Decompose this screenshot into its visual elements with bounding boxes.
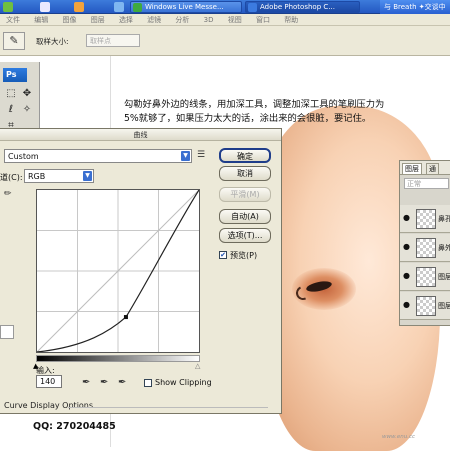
- taskbar-item-photoshop[interactable]: Adobe Photoshop C...: [245, 1, 360, 13]
- menu-item[interactable]: 文件: [6, 16, 20, 24]
- layer-thumbnail: [416, 238, 436, 258]
- layers-tabs: 图层 通: [400, 161, 450, 175]
- layer-row[interactable]: ● 图层: [400, 263, 450, 291]
- white-eyedropper-icon[interactable]: ✒: [118, 377, 126, 388]
- taskbar-item-label: Adobe Photoshop C...: [260, 3, 335, 11]
- curve-control-point[interactable]: [123, 315, 128, 320]
- preset-menu-icon[interactable]: ☰: [197, 149, 209, 161]
- blend-mode-select[interactable]: 正常: [404, 178, 449, 189]
- layers-panel: 图层 通 正常 ● 鼻孔 ● 鼻外 ● 图层 ● 图层: [399, 160, 450, 326]
- menu-item[interactable]: 窗口: [256, 16, 270, 24]
- output-value-field[interactable]: [0, 325, 14, 339]
- chevron-down-icon: ▼: [83, 171, 92, 181]
- cancel-button[interactable]: 取消: [219, 166, 271, 181]
- black-eyedropper-icon[interactable]: ✒: [82, 377, 90, 388]
- menu-item[interactable]: 编辑: [34, 16, 48, 24]
- layer-thumbnail: [416, 296, 436, 316]
- eye-icon[interactable]: ●: [403, 243, 412, 251]
- curve-display-options-toggle[interactable]: Curve Display Options: [4, 401, 93, 410]
- messenger-icon: [133, 3, 142, 12]
- taskbar-item-messenger[interactable]: Windows Live Messe...: [130, 1, 242, 13]
- eyedropper-icon[interactable]: ✎: [3, 32, 25, 50]
- tab-channels[interactable]: 通: [426, 163, 439, 174]
- chat-status[interactable]: 与 Breath ✦交谈中: [380, 0, 450, 14]
- menu-item[interactable]: 3D: [204, 16, 214, 24]
- curve-graph-svg[interactable]: [36, 189, 200, 353]
- preview-checkbox[interactable]: ✔: [219, 251, 227, 259]
- folder-icon[interactable]: [74, 2, 84, 12]
- smooth-button[interactable]: 平滑(M): [219, 187, 271, 202]
- preset-value: Custom: [8, 152, 39, 161]
- move-tool-icon[interactable]: ✥: [21, 88, 33, 100]
- options-bar: ✎ 取样大小: 取样点: [0, 26, 450, 56]
- start-icon[interactable]: [3, 2, 13, 12]
- tutorial-text: 勾勒好鼻外边的线条，用加深工具，调整加深工具的笔刷压力为5%就够了，如果压力太大…: [124, 99, 385, 124]
- white-point-slider[interactable]: △: [195, 362, 200, 370]
- watermark: www.enu.cc: [382, 434, 416, 440]
- eye-icon[interactable]: ●: [403, 301, 412, 309]
- input-gradient-bar: [36, 355, 200, 362]
- layer-thumbnail: [416, 267, 436, 287]
- pencil-icon[interactable]: ✏: [4, 189, 12, 199]
- options-button[interactable]: 选项(T)...: [219, 228, 271, 243]
- layer-row[interactable]: ● 鼻外: [400, 234, 450, 262]
- photoshop-logo: Ps: [3, 68, 27, 82]
- sample-size-label: 取样大小:: [36, 37, 69, 46]
- channel-label: 道(C):: [0, 173, 23, 182]
- desktop-icon[interactable]: [40, 2, 50, 12]
- curves-dialog: 曲线 Custom ▼ ☰ 道(C): RGB ▼ ✏ ▲ △ 确定 取消 平滑…: [0, 128, 282, 414]
- auto-button[interactable]: 自动(A): [219, 209, 271, 224]
- menu-item[interactable]: 分析: [175, 16, 189, 24]
- preset-select[interactable]: Custom ▼: [4, 149, 192, 163]
- gray-eyedropper-icon[interactable]: ✒: [100, 377, 108, 388]
- channel-select[interactable]: RGB ▼: [24, 169, 94, 183]
- chevron-down-icon: ▼: [181, 151, 190, 161]
- menu-item[interactable]: 图层: [91, 16, 105, 24]
- menu-item[interactable]: 视图: [228, 16, 242, 24]
- layer-name: 图层: [438, 302, 450, 310]
- layer-row[interactable]: ● 鼻孔: [400, 205, 450, 233]
- layer-name: 图层: [438, 273, 450, 281]
- input-value-field[interactable]: 140: [36, 375, 62, 388]
- lasso-tool-icon[interactable]: ℓ: [5, 104, 17, 116]
- menubar: 文件 编辑 图像 图层 选择 滤镜 分析 3D 视图 窗口 帮助: [0, 14, 450, 26]
- show-clipping-label: Show Clipping: [155, 378, 212, 387]
- eye-icon[interactable]: ●: [403, 214, 412, 222]
- menu-item[interactable]: 帮助: [284, 16, 298, 24]
- layer-name: 鼻外: [438, 244, 450, 252]
- layer-row[interactable]: ● 图层: [400, 292, 450, 320]
- ok-button[interactable]: 确定: [219, 148, 271, 163]
- eye-icon[interactable]: ●: [403, 272, 412, 280]
- browser-icon[interactable]: [114, 2, 124, 12]
- magic-wand-icon[interactable]: ✧: [21, 104, 33, 116]
- channel-value: RGB: [28, 172, 46, 181]
- layer-thumbnail: [416, 209, 436, 229]
- menu-item[interactable]: 滤镜: [147, 16, 161, 24]
- qq-contact: QQ: 270204485: [33, 421, 116, 432]
- divider: [68, 407, 268, 408]
- sample-size-select[interactable]: 取样点: [86, 34, 140, 47]
- taskbar: Windows Live Messe... Adobe Photoshop C.…: [0, 0, 450, 14]
- menu-item[interactable]: 图像: [62, 16, 76, 24]
- tab-layers[interactable]: 图层: [402, 163, 422, 174]
- menu-item[interactable]: 选择: [119, 16, 133, 24]
- curve-graph[interactable]: [36, 189, 200, 353]
- marquee-tool-icon[interactable]: ⬚: [5, 88, 17, 100]
- show-clipping-checkbox[interactable]: [144, 379, 152, 387]
- preview-label: 预览(P): [230, 251, 258, 260]
- dialog-title: 曲线: [0, 129, 281, 141]
- photoshop-icon: [248, 3, 257, 12]
- layer-name: 鼻孔: [438, 215, 450, 223]
- taskbar-item-label: Windows Live Messe...: [145, 3, 224, 11]
